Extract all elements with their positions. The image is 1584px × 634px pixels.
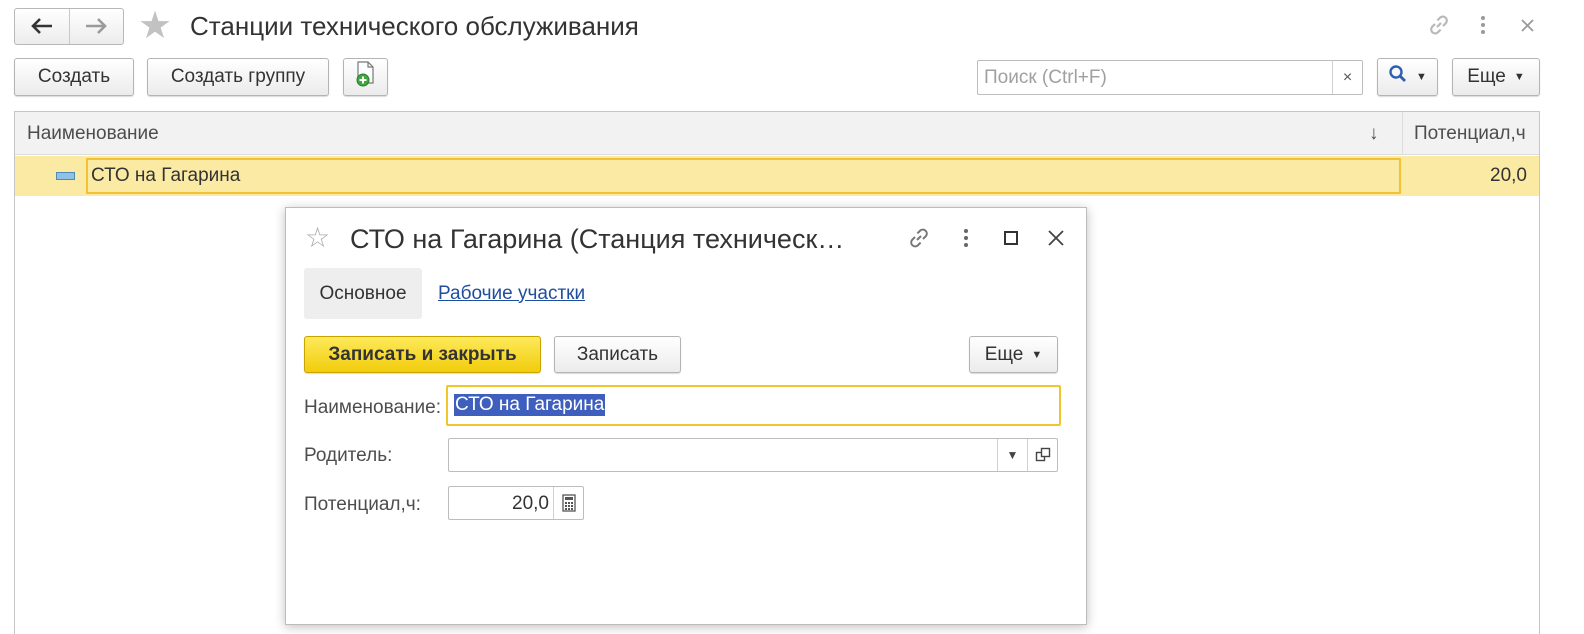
- add-document-icon: [355, 61, 377, 93]
- arrow-left-icon: [30, 14, 53, 40]
- search-input[interactable]: [978, 61, 1332, 94]
- more-button[interactable]: Еще ▼: [1452, 58, 1540, 96]
- dropdown-arrow-icon[interactable]: ▼: [997, 439, 1027, 471]
- forward-button[interactable]: [68, 9, 124, 44]
- name-input-value: СТО на Гагарина: [454, 394, 606, 416]
- column-header-name[interactable]: Наименование: [27, 112, 159, 155]
- form-title: СТО на Гагарина (Станция техническ…: [350, 224, 845, 254]
- back-button[interactable]: [15, 9, 69, 44]
- link-icon[interactable]: [906, 225, 932, 258]
- tab-main[interactable]: Основное: [304, 268, 422, 319]
- create-group-button[interactable]: Создать группу: [147, 58, 329, 96]
- tab-main-label: Основное: [319, 282, 407, 304]
- search-clear-button[interactable]: ×: [1332, 61, 1362, 94]
- name-label: Наименование:: [304, 397, 441, 418]
- row-name-text: СТО на Гагарина: [91, 165, 241, 186]
- navigation-buttons: [14, 8, 124, 45]
- column-divider: [1402, 112, 1403, 155]
- magnifier-icon: [1388, 64, 1408, 90]
- chevron-down-icon: ▼: [1513, 71, 1525, 83]
- create-button[interactable]: Создать: [14, 58, 134, 96]
- save-and-close-button[interactable]: Записать и закрыть: [304, 336, 541, 373]
- favorite-star-icon[interactable]: ★: [138, 6, 172, 46]
- close-icon[interactable]: [1518, 12, 1538, 44]
- close-icon[interactable]: [1045, 225, 1067, 258]
- form-more-button[interactable]: Еще ▼: [969, 336, 1058, 373]
- chevron-down-icon: ▼: [1031, 348, 1043, 361]
- more-actions-icon[interactable]: [1478, 12, 1488, 44]
- sort-down-icon[interactable]: ↓: [1369, 112, 1379, 155]
- potential-input-value: 20,0: [512, 493, 549, 514]
- clear-icon: ×: [1342, 68, 1353, 86]
- parent-input[interactable]: ▼: [448, 438, 1058, 472]
- save-button-label: Записать: [576, 343, 659, 365]
- calculator-icon[interactable]: [553, 487, 583, 519]
- open-item-icon[interactable]: [1027, 439, 1057, 471]
- save-button[interactable]: Записать: [554, 336, 681, 373]
- potential-label: Потенциал,ч:: [304, 494, 421, 515]
- create-group-button-label: Создать группу: [170, 66, 306, 87]
- search-box: ×: [977, 60, 1363, 95]
- form-more-label: Еще: [984, 343, 1024, 365]
- more-actions-icon[interactable]: [961, 225, 971, 258]
- favorite-star-icon[interactable]: ☆: [305, 221, 330, 255]
- chevron-down-icon: ▼: [1416, 71, 1427, 83]
- catalog-item-icon: [56, 172, 75, 180]
- table-row[interactable]: СТО на Гагарина 20,0: [15, 156, 1539, 196]
- more-button-label: Еще: [1467, 66, 1506, 87]
- search-options-button[interactable]: ▼: [1377, 58, 1438, 96]
- row-potential-cell: 20,0: [1490, 165, 1527, 186]
- column-header-potential[interactable]: Потенциал,ч: [1414, 112, 1526, 155]
- create-button-label: Создать: [37, 66, 111, 87]
- table-header: Наименование ↓ Потенциал,ч: [15, 112, 1539, 155]
- row-name-cell[interactable]: СТО на Гагарина: [86, 158, 1401, 194]
- name-input[interactable]: СТО на Гагарина: [446, 385, 1061, 426]
- page-title: Станции технического обслуживания: [190, 11, 639, 41]
- potential-input[interactable]: 20,0: [448, 486, 584, 520]
- arrow-right-icon: [85, 14, 108, 40]
- maximize-icon[interactable]: [1002, 225, 1020, 258]
- save-and-close-label: Записать и закрыть: [328, 343, 517, 365]
- tab-work-areas[interactable]: Рабочие участки: [438, 268, 585, 319]
- item-form-window: ☆ СТО на Гагарина (Станция техническ… Ос…: [285, 207, 1087, 625]
- link-icon[interactable]: [1426, 12, 1452, 44]
- parent-label: Родитель:: [304, 445, 393, 466]
- create-copy-button[interactable]: [343, 58, 388, 96]
